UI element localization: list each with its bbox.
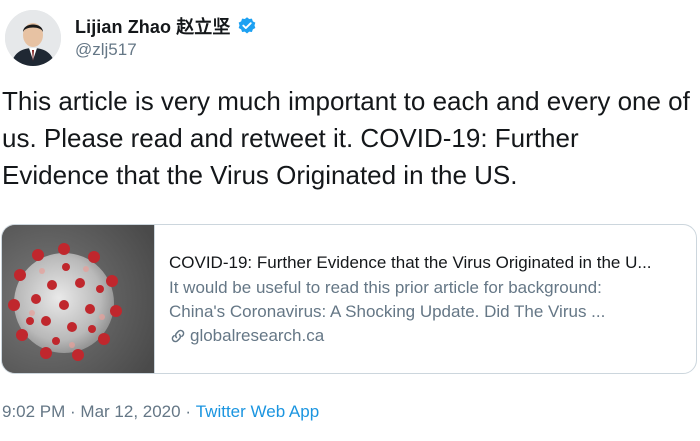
meta-separator: · (65, 402, 81, 421)
card-thumbnail-image (2, 225, 155, 373)
tweet-date[interactable]: Mar 12, 2020 (80, 402, 180, 422)
link-card[interactable]: COVID-19: Further Evidence that the Viru… (1, 224, 697, 374)
tweet-meta: 9:02 PM · Mar 12, 2020 · Twitter Web App (2, 402, 319, 422)
card-title: COVID-19: Further Evidence that the Viru… (169, 253, 652, 272)
card-domain-text: globalresearch.ca (190, 326, 325, 345)
card-description-line-2: China's Coronavirus: A Shocking Update. … (169, 302, 606, 321)
tweet-text: This article is very much important to e… (2, 86, 690, 190)
card-description: It would be useful to read this prior ar… (169, 276, 696, 324)
link-icon (169, 327, 187, 345)
card-body: COVID-19: Further Evidence that the Viru… (155, 225, 696, 373)
card-description-line-1: It would be useful to read this prior ar… (169, 278, 602, 297)
card-domain: globalresearch.ca (169, 324, 696, 348)
verified-badge-icon (237, 16, 257, 36)
handle[interactable]: @zlj517 (75, 40, 137, 60)
meta-separator: · (180, 402, 196, 421)
tweet-source-link[interactable]: Twitter Web App (196, 402, 319, 422)
author-name-row: Lijian Zhao 赵立坚 (75, 13, 257, 39)
tweet-time[interactable]: 9:02 PM (2, 402, 65, 422)
display-name[interactable]: Lijian Zhao 赵立坚 (75, 13, 231, 39)
avatar[interactable] (5, 10, 61, 66)
